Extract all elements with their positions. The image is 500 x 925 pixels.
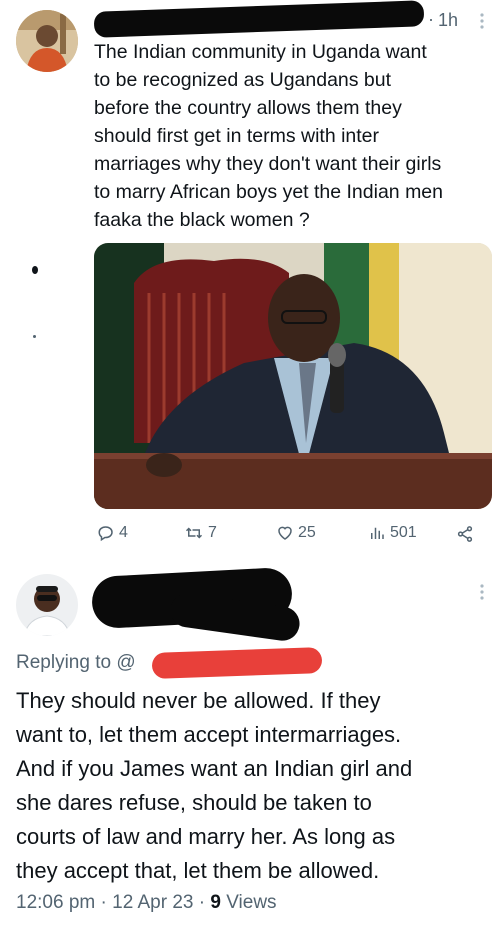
more-icon[interactable] bbox=[478, 12, 486, 35]
reply-avatar-image bbox=[16, 574, 78, 636]
replying-to-label: Replying to @ bbox=[16, 652, 136, 673]
username-redaction bbox=[93, 0, 425, 38]
meta-sep-2: · bbox=[198, 892, 206, 913]
reply-meta: 12:06 pm · 12 Apr 23 · 9 Views bbox=[16, 892, 277, 914]
like-icon bbox=[278, 526, 292, 540]
reply-icon bbox=[98, 526, 113, 542]
replying-to-redaction bbox=[151, 647, 323, 679]
reply-date[interactable]: 12 Apr 23 bbox=[112, 892, 193, 913]
avatar[interactable] bbox=[16, 10, 78, 72]
reply-views-label: Views bbox=[226, 892, 277, 913]
reply-avatar[interactable] bbox=[16, 574, 78, 636]
reply-more-icon[interactable] bbox=[478, 583, 486, 606]
retweet-count: 7 bbox=[208, 524, 217, 541]
tweet-text: The Indian community in Uganda want to b… bbox=[94, 41, 444, 231]
reply-count: 4 bbox=[119, 524, 128, 541]
views-count: 501 bbox=[390, 524, 417, 541]
reply-views-count: 9 bbox=[210, 892, 221, 913]
views-button[interactable]: 501 bbox=[368, 524, 417, 542]
time-sep: · bbox=[428, 9, 434, 29]
views-icon bbox=[371, 527, 384, 539]
timestamp[interactable]: 1h bbox=[438, 10, 458, 31]
reply-button[interactable]: 4 bbox=[97, 524, 128, 542]
retweet-button[interactable]: 7 bbox=[184, 524, 217, 542]
retweet-icon bbox=[185, 527, 203, 539]
reply-text: They should never be allowed. If they wa… bbox=[16, 688, 413, 883]
like-count: 25 bbox=[298, 524, 316, 541]
avatar-image bbox=[16, 10, 78, 72]
photo-image bbox=[94, 243, 492, 509]
timeline-dot bbox=[32, 266, 38, 274]
reply-time[interactable]: 12:06 pm bbox=[16, 892, 95, 913]
timeline-dot-small bbox=[33, 335, 36, 338]
share-icon[interactable] bbox=[456, 525, 474, 548]
replying-to: Replying to @ bbox=[16, 652, 136, 674]
tweet-image[interactable] bbox=[94, 243, 492, 509]
meta-sep-1: · bbox=[100, 892, 107, 913]
like-button[interactable]: 25 bbox=[276, 524, 316, 542]
